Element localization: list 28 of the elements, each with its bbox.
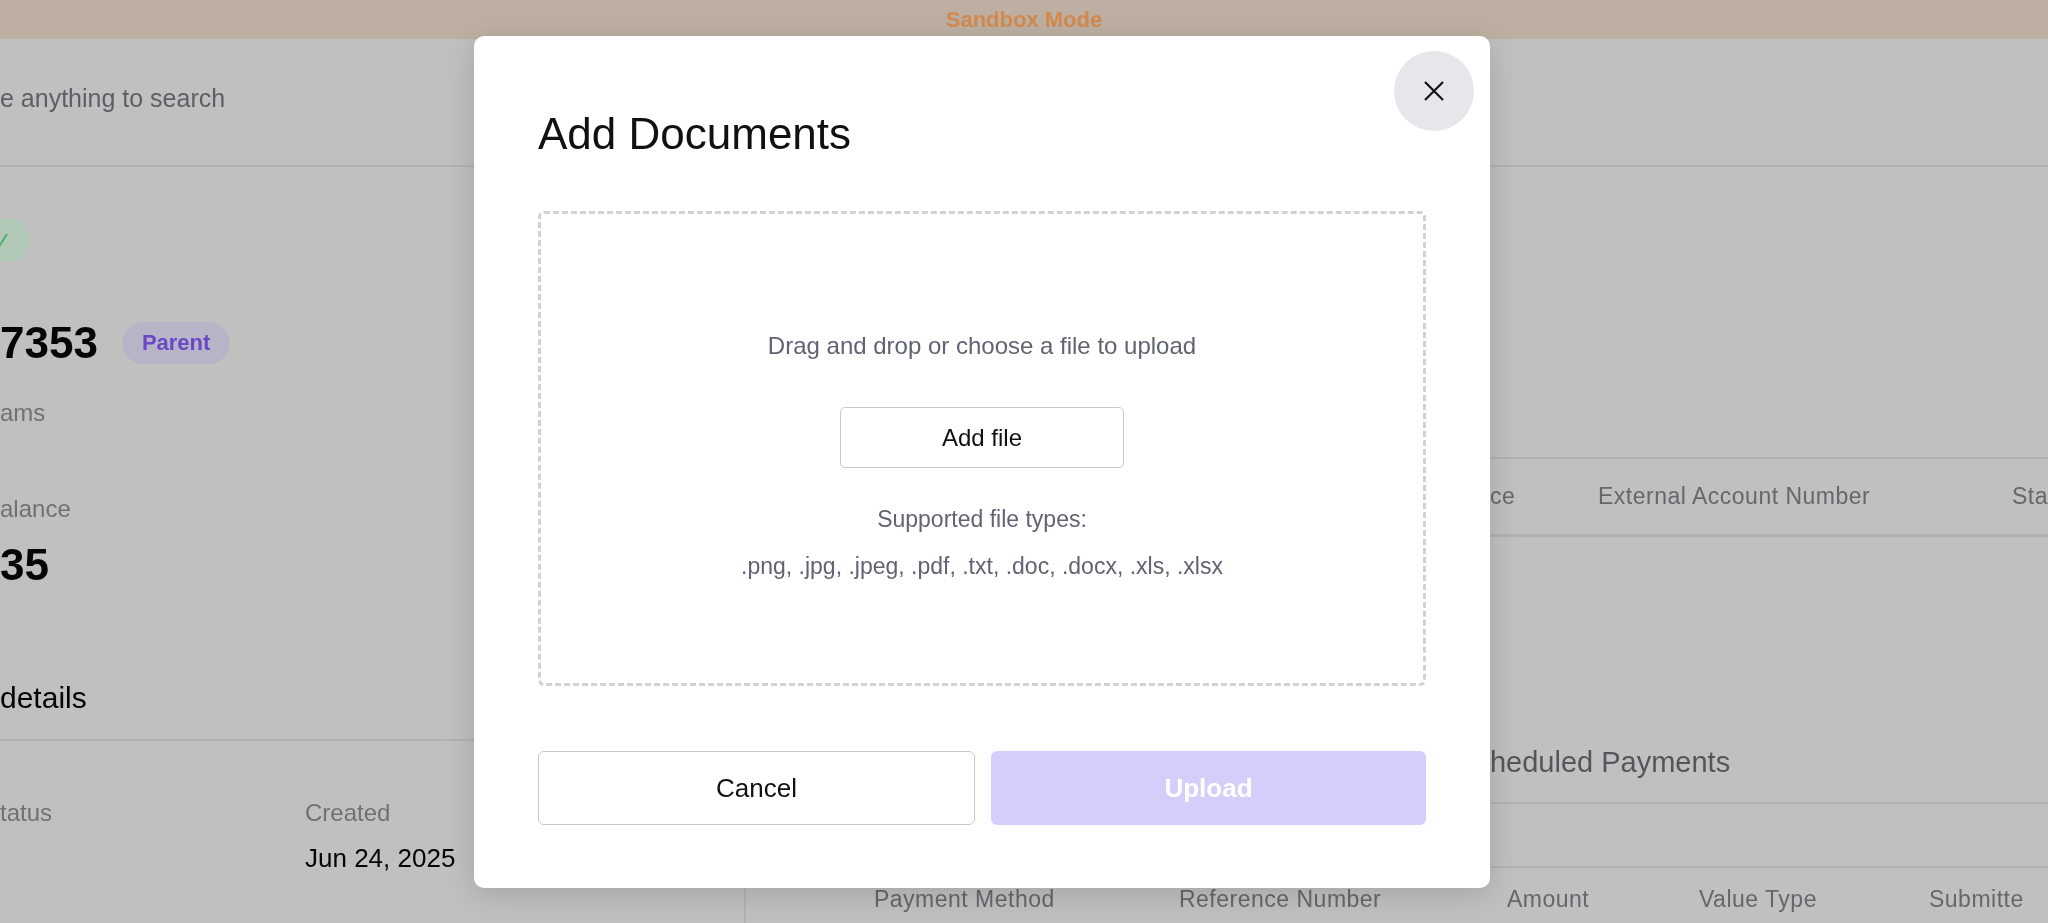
column-header: Submitte (1928, 885, 2024, 913)
column-header: ce (1489, 483, 1517, 510)
section-title: details (0, 681, 87, 715)
column-header: Value Type (1698, 885, 1818, 913)
field-label: tatus (0, 799, 54, 827)
balance-label: alance (0, 495, 71, 523)
column-header: Sta (2011, 483, 2048, 510)
file-types-list: .png, .jpg, .jpeg, .pdf, .txt, .doc, .docx, .xls, .xlsx (741, 553, 1223, 580)
file-types-label: Supported file types: (877, 506, 1087, 533)
dialog-title: Add Documents (538, 108, 853, 160)
field-value: Jun 24, 2025 (305, 843, 456, 874)
cancel-button[interactable]: Cancel (538, 751, 975, 825)
search-field[interactable]: e anything to search (0, 83, 300, 113)
field-label: Created (305, 799, 392, 827)
column-header: Amount (1506, 885, 1591, 913)
account-tag: Parent (121, 322, 231, 364)
column-header: Payment Method (873, 885, 1056, 913)
close-icon (1423, 80, 1445, 102)
add-file-button[interactable]: Add file (840, 407, 1124, 468)
drop-prompt: Drag and drop or choose a file to upload (767, 332, 1197, 360)
account-number: 7353 (0, 318, 98, 368)
account-subtitle: ams (0, 399, 46, 427)
column-header: External Account Number (1597, 483, 1872, 510)
section-title: heduled Payments (1488, 746, 1732, 780)
drop-zone[interactable]: Drag and drop or choose a file to upload Add file Supported file types: .png, .jpg, .jpeg, .pdf, .txt, .doc, .docx, .xls, .xlsx (538, 211, 1426, 686)
column-header: Reference Number (1178, 885, 1383, 913)
banner-text: Sandbox Mode (945, 6, 1103, 33)
balance-value: 35 (0, 540, 49, 590)
